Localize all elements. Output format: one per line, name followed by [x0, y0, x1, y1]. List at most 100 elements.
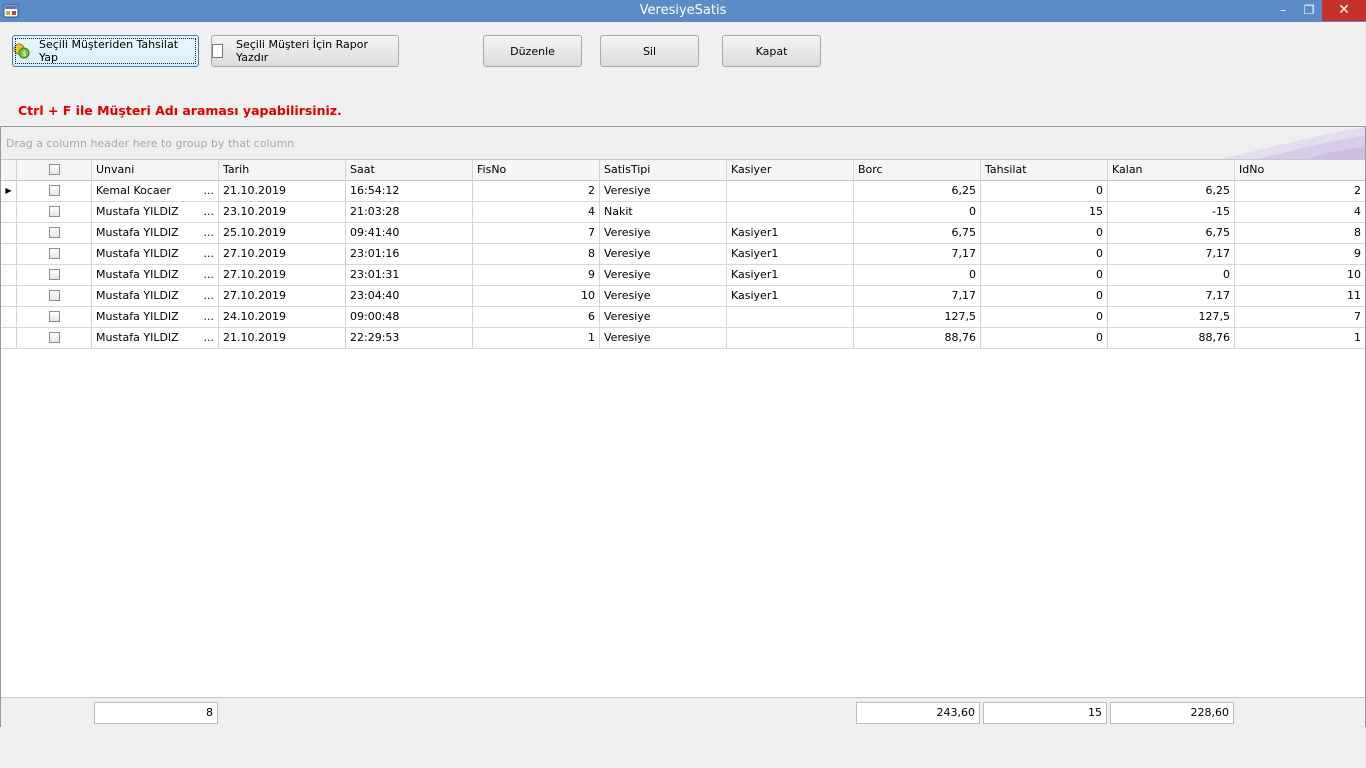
row-checkbox[interactable] [17, 181, 92, 202]
cell-saat[interactable]: 23:01:16 [346, 244, 473, 265]
cell-tahsilat[interactable]: 0 [981, 244, 1108, 265]
row-checkbox[interactable] [17, 307, 92, 328]
column-header-fisno[interactable]: FisNo [473, 160, 600, 181]
select-all-checkbox[interactable] [17, 160, 92, 181]
cell-kalan[interactable]: 88,76 [1108, 328, 1235, 349]
row-indicator[interactable] [1, 223, 17, 244]
cell-saat[interactable]: 22:29:53 [346, 328, 473, 349]
row-checkbox[interactable] [17, 328, 92, 349]
cell-idno[interactable]: 7 [1235, 307, 1365, 328]
cell-unvani[interactable]: Mustafa YILDIZ... [92, 286, 219, 307]
row-checkbox[interactable] [17, 265, 92, 286]
cell-idno[interactable]: 4 [1235, 202, 1365, 223]
unvani-ellipsis-button[interactable]: ... [204, 286, 215, 306]
cell-kasiyer[interactable]: Kasiyer1 [727, 265, 854, 286]
close-form-button[interactable]: Kapat [722, 35, 821, 67]
table-row[interactable]: Mustafa YILDIZ... 24.10.2019 09:00:48 6 Vere… [1, 307, 1365, 328]
cell-idno[interactable]: 8 [1235, 223, 1365, 244]
column-header-borc[interactable]: Borc [854, 160, 981, 181]
cell-tahsilat[interactable]: 0 [981, 307, 1108, 328]
collect-payment-button[interactable]: $ Seçili Müşteriden Tahsilat Yap [12, 35, 199, 67]
row-indicator[interactable] [1, 328, 17, 349]
column-header-kalan[interactable]: Kalan [1108, 160, 1235, 181]
cell-saat[interactable]: 09:41:40 [346, 223, 473, 244]
cell-satistipi[interactable]: Veresiye [600, 286, 727, 307]
unvani-ellipsis-button[interactable]: ... [204, 265, 215, 285]
column-header-saat[interactable]: Saat [346, 160, 473, 181]
cell-borc[interactable]: 6,25 [854, 181, 981, 202]
delete-button[interactable]: Sil [600, 35, 699, 67]
cell-unvani[interactable]: Mustafa YILDIZ... [92, 223, 219, 244]
column-header-tarih[interactable]: Tarih [219, 160, 346, 181]
cell-borc[interactable]: 0 [854, 265, 981, 286]
cell-unvani[interactable]: Mustafa YILDIZ... [92, 202, 219, 223]
cell-tarih[interactable]: 21.10.2019 [219, 328, 346, 349]
cell-borc[interactable]: 88,76 [854, 328, 981, 349]
row-indicator[interactable] [1, 202, 17, 223]
minimize-button[interactable]: – [1270, 0, 1296, 21]
sales-grid[interactable]: Drag a column header here to group by th… [0, 126, 1366, 727]
cell-tahsilat[interactable]: 15 [981, 202, 1108, 223]
cell-unvani[interactable]: Mustafa YILDIZ... [92, 328, 219, 349]
unvani-ellipsis-button[interactable]: ... [204, 202, 215, 222]
row-indicator[interactable] [1, 307, 17, 328]
cell-unvani[interactable]: Mustafa YILDIZ... [92, 307, 219, 328]
cell-tarih[interactable]: 24.10.2019 [219, 307, 346, 328]
row-checkbox[interactable] [17, 202, 92, 223]
cell-saat[interactable]: 09:00:48 [346, 307, 473, 328]
cell-tahsilat[interactable]: 0 [981, 286, 1108, 307]
column-header-satistipi[interactable]: SatisTipi [600, 160, 727, 181]
cell-kalan[interactable]: 0 [1108, 265, 1235, 286]
cell-satistipi[interactable]: Veresiye [600, 244, 727, 265]
cell-fisno[interactable]: 2 [473, 181, 600, 202]
edit-button[interactable]: Düzenle [483, 35, 582, 67]
cell-kalan[interactable]: 6,75 [1108, 223, 1235, 244]
cell-fisno[interactable]: 6 [473, 307, 600, 328]
column-header-tahsilat[interactable]: Tahsilat [981, 160, 1108, 181]
cell-tarih[interactable]: 23.10.2019 [219, 202, 346, 223]
cell-tahsilat[interactable]: 0 [981, 265, 1108, 286]
unvani-ellipsis-button[interactable]: ... [204, 307, 215, 327]
cell-idno[interactable]: 2 [1235, 181, 1365, 202]
cell-satistipi[interactable]: Veresiye [600, 265, 727, 286]
cell-kasiyer[interactable] [727, 307, 854, 328]
row-checkbox[interactable] [17, 244, 92, 265]
cell-borc[interactable]: 7,17 [854, 286, 981, 307]
cell-kalan[interactable]: 6,25 [1108, 181, 1235, 202]
table-row[interactable]: Mustafa YILDIZ... 25.10.2019 09:41:40 7 Vere… [1, 223, 1365, 244]
unvani-ellipsis-button[interactable]: ... [204, 181, 215, 201]
cell-kasiyer[interactable] [727, 328, 854, 349]
cell-fisno[interactable]: 1 [473, 328, 600, 349]
table-row[interactable]: Mustafa YILDIZ... 21.10.2019 22:29:53 1 Vere… [1, 328, 1365, 349]
cell-unvani[interactable]: Mustafa YILDIZ... [92, 244, 219, 265]
row-indicator[interactable] [1, 286, 17, 307]
cell-saat[interactable]: 21:03:28 [346, 202, 473, 223]
cell-fisno[interactable]: 7 [473, 223, 600, 244]
cell-idno[interactable]: 10 [1235, 265, 1365, 286]
table-row[interactable]: Mustafa YILDIZ... 27.10.2019 23:04:40 10 Ver… [1, 286, 1365, 307]
cell-satistipi[interactable]: Veresiye [600, 307, 727, 328]
cell-borc[interactable]: 127,5 [854, 307, 981, 328]
cell-kalan[interactable]: 7,17 [1108, 244, 1235, 265]
cell-saat[interactable]: 23:04:40 [346, 286, 473, 307]
cell-idno[interactable]: 9 [1235, 244, 1365, 265]
column-header-idno[interactable]: IdNo [1235, 160, 1365, 181]
maximize-button[interactable]: ❐ [1296, 0, 1322, 21]
cell-kasiyer[interactable] [727, 202, 854, 223]
row-indicator[interactable] [1, 244, 17, 265]
cell-kalan[interactable]: 127,5 [1108, 307, 1235, 328]
cell-fisno[interactable]: 8 [473, 244, 600, 265]
cell-borc[interactable]: 7,17 [854, 244, 981, 265]
cell-tarih[interactable]: 21.10.2019 [219, 181, 346, 202]
cell-fisno[interactable]: 9 [473, 265, 600, 286]
close-button[interactable]: ✕ [1322, 0, 1366, 21]
unvani-ellipsis-button[interactable]: ... [204, 244, 215, 264]
cell-saat[interactable]: 16:54:12 [346, 181, 473, 202]
cell-fisno[interactable]: 4 [473, 202, 600, 223]
cell-tahsilat[interactable]: 0 [981, 328, 1108, 349]
cell-satistipi[interactable]: Nakit [600, 202, 727, 223]
cell-tarih[interactable]: 27.10.2019 [219, 286, 346, 307]
row-indicator[interactable]: ▶ [1, 181, 17, 202]
cell-kasiyer[interactable]: Kasiyer1 [727, 244, 854, 265]
cell-kalan[interactable]: 7,17 [1108, 286, 1235, 307]
